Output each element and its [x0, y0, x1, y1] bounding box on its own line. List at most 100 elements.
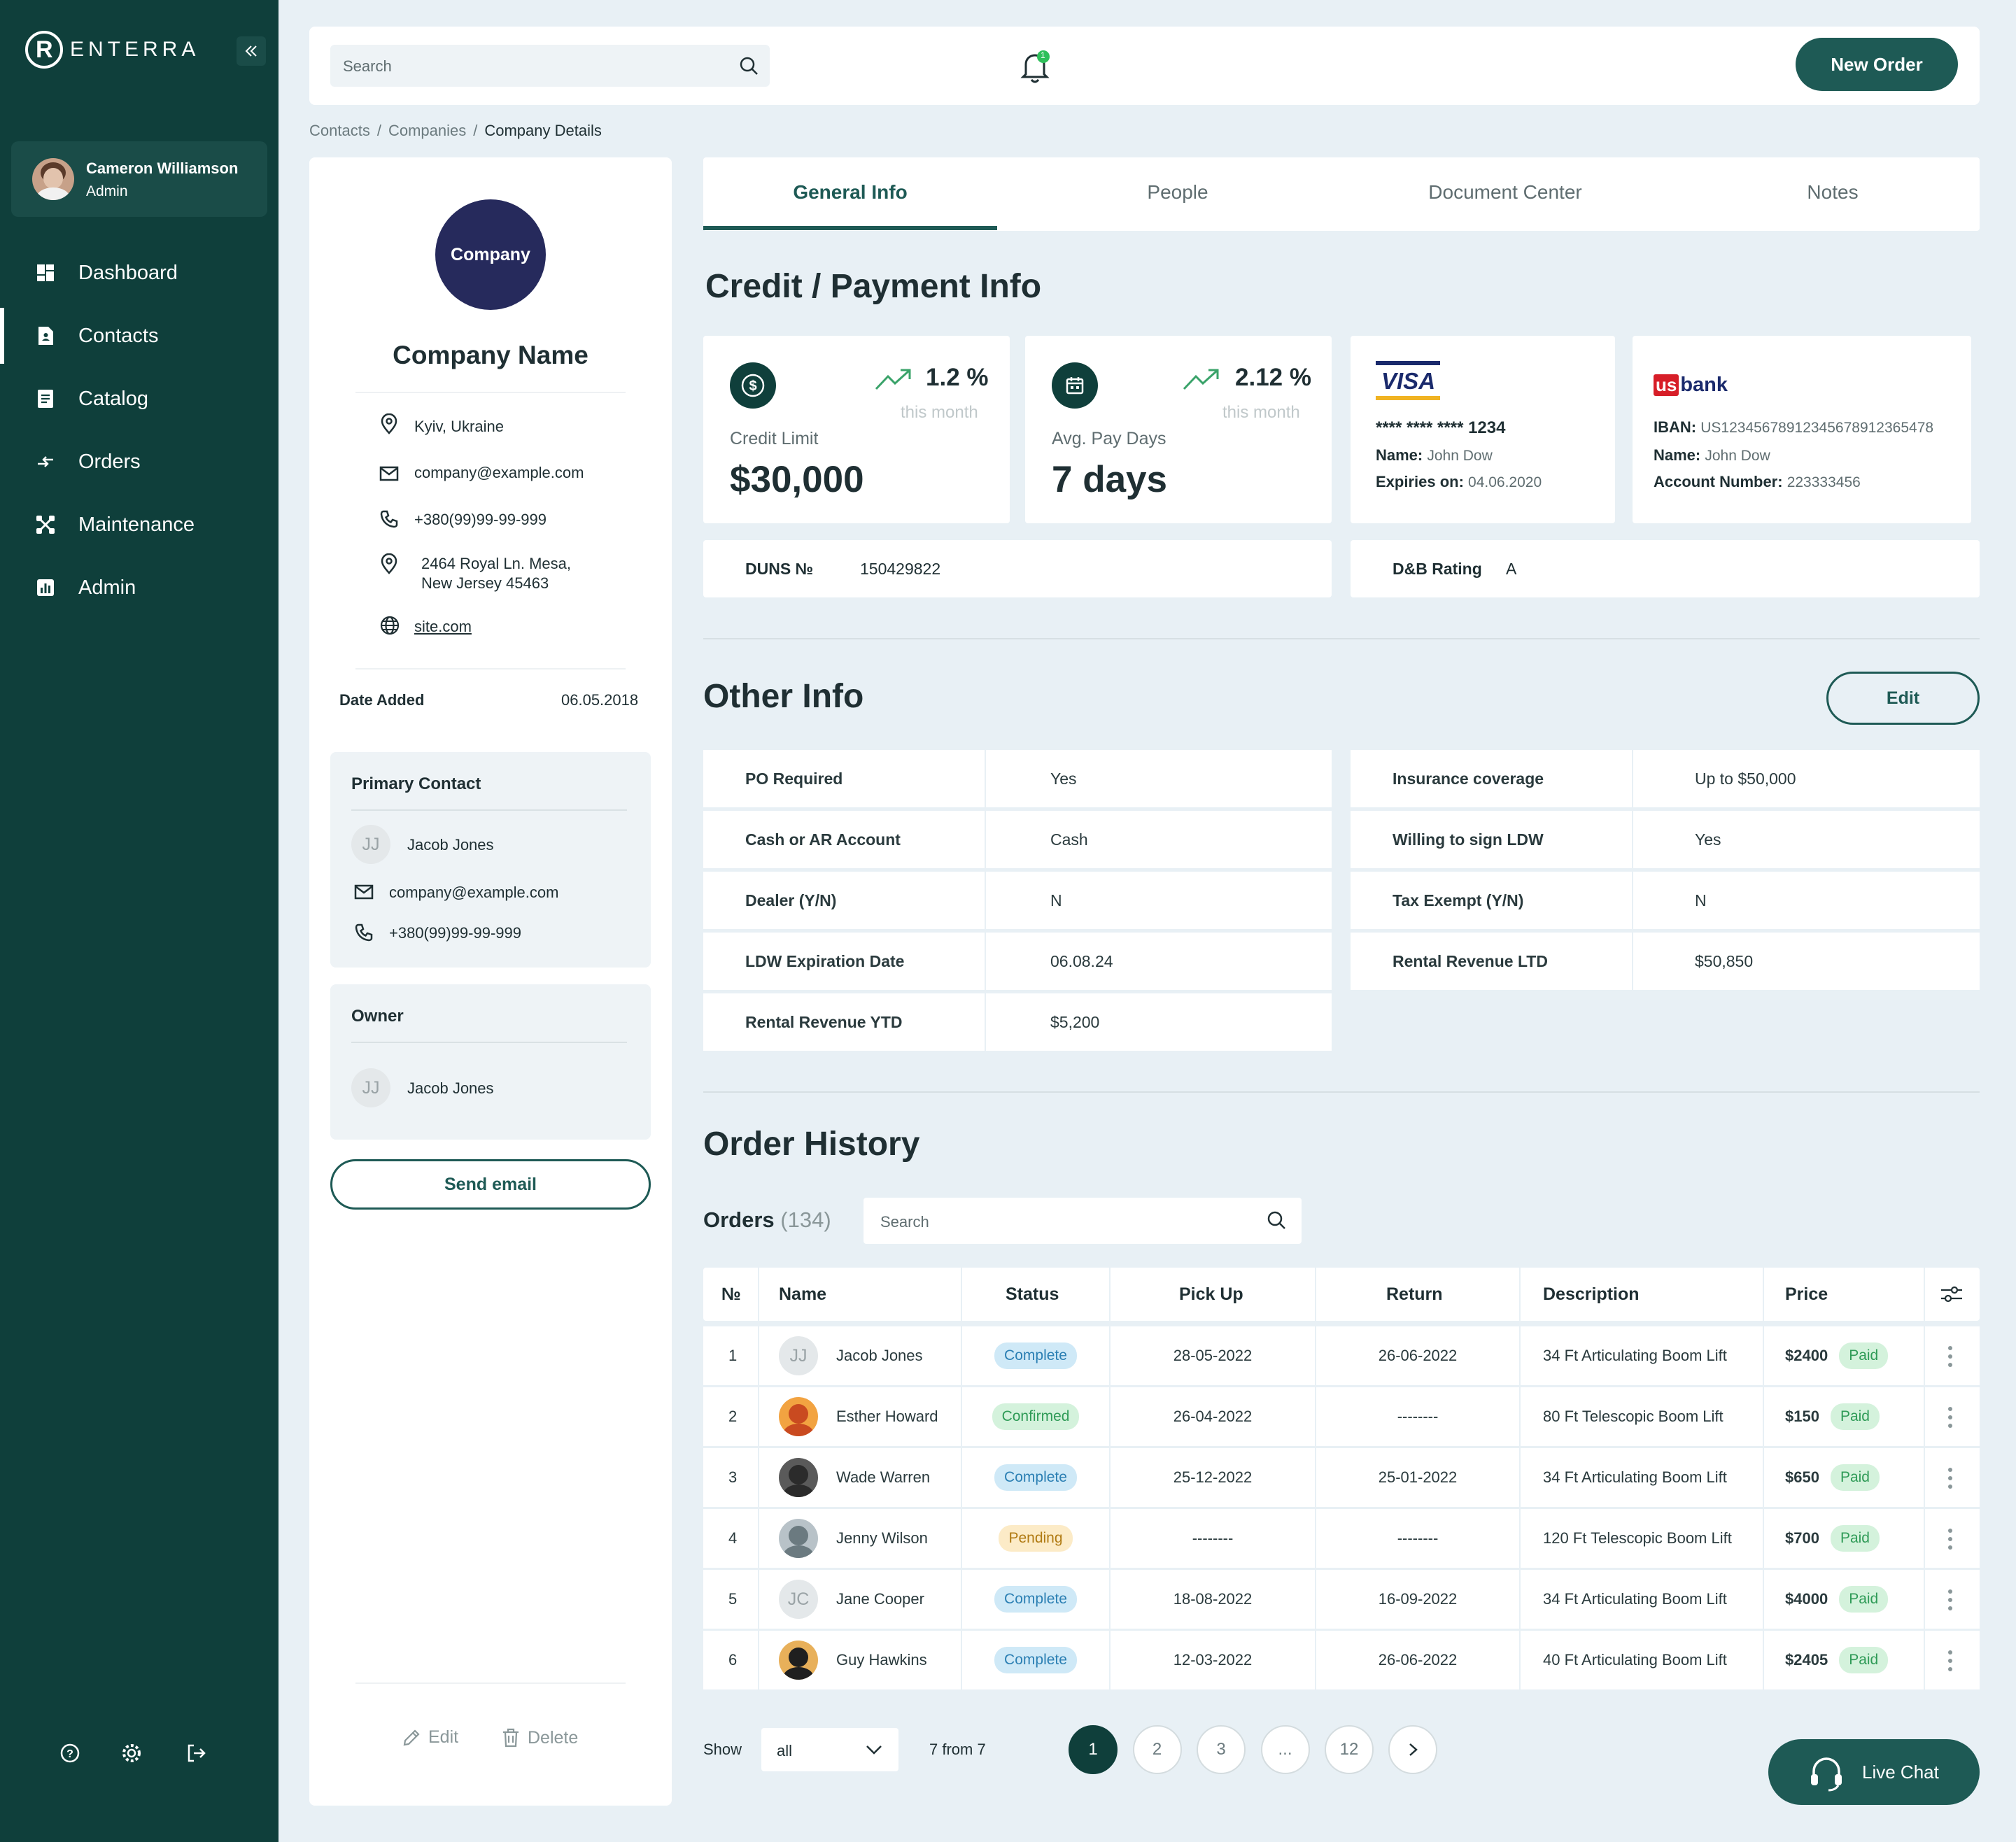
- return-date: --------: [1397, 1529, 1439, 1547]
- company-website-link[interactable]: site.com: [414, 618, 472, 636]
- new-order-button[interactable]: New Order: [1796, 38, 1958, 91]
- search-input[interactable]: Search: [330, 45, 770, 87]
- sidebar-item-orders[interactable]: Orders: [0, 434, 279, 490]
- company-location: Kyiv, Ukraine: [414, 418, 504, 435]
- table-row[interactable]: 5 JC Jane Cooper Complete 18-08-2022 16-09-20…: [703, 1570, 1980, 1629]
- sidebar-item-catalog[interactable]: Catalog: [0, 371, 279, 427]
- info-value: N: [1695, 891, 1707, 909]
- more-vertical-icon[interactable]: [1946, 1345, 1954, 1368]
- avg-pay-days-card: 2.12 % this month Avg. Pay Days 7 days: [1025, 336, 1332, 523]
- card-holder-name: John Dow: [1427, 448, 1493, 464]
- sidebar-item-dashboard[interactable]: Dashboard: [0, 245, 279, 301]
- credit-limit-trend: 1.2 %: [926, 364, 989, 391]
- sidebar-item-admin[interactable]: Admin: [0, 560, 279, 616]
- order-customer: JJ Jacob Jones: [779, 1326, 923, 1385]
- account-number: 223333456: [1786, 474, 1861, 490]
- pay-days-label: Avg. Pay Days: [1052, 429, 1166, 448]
- page-size-select[interactable]: all: [761, 1728, 898, 1771]
- logout-button[interactable]: [183, 1741, 209, 1766]
- info-value: Yes: [1050, 769, 1077, 788]
- primary-contact-email[interactable]: company@example.com: [389, 884, 558, 902]
- avatar: [779, 1397, 818, 1436]
- sidebar-item-maintenance[interactable]: Maintenance: [0, 497, 279, 553]
- return-date: 16-09-2022: [1378, 1590, 1458, 1608]
- primary-contact-phone[interactable]: +380(99)99-99-999: [389, 924, 521, 942]
- sidebar-item-contacts[interactable]: Contacts: [0, 308, 279, 364]
- brand-name: ENTERRA: [70, 38, 200, 61]
- page-button[interactable]: 3: [1197, 1725, 1246, 1774]
- brand-logo-icon: R: [25, 31, 63, 69]
- dnb-rating-value: A: [1506, 560, 1517, 578]
- sidebar-item-label: Contacts: [78, 324, 159, 347]
- info-value: 06.08.24: [1050, 951, 1113, 970]
- bell-button[interactable]: 1: [1017, 48, 1052, 87]
- filter-settings-icon[interactable]: [1939, 1283, 1964, 1305]
- edit-company-button[interactable]: Edit: [402, 1727, 458, 1748]
- return-date: 26-06-2022: [1378, 1347, 1458, 1364]
- table-row[interactable]: 3 Wade Warren Complete 25-12-2022 25-01-2022…: [703, 1448, 1980, 1507]
- collapse-sidebar-button[interactable]: [237, 36, 266, 66]
- settings-button[interactable]: [119, 1741, 144, 1766]
- live-chat-button[interactable]: Live Chat: [1768, 1739, 1980, 1805]
- info-value: Cash: [1050, 830, 1088, 849]
- pickup-date: 18-08-2022: [1173, 1590, 1253, 1608]
- search-icon: [1267, 1211, 1285, 1229]
- more-vertical-icon[interactable]: [1946, 1649, 1954, 1673]
- admin-icon: [37, 579, 54, 596]
- company-phone[interactable]: +380(99)99-99-999: [414, 511, 547, 529]
- info-key: PO Required: [745, 769, 843, 788]
- avatar: JJ: [351, 825, 390, 864]
- more-vertical-icon[interactable]: [1946, 1466, 1954, 1490]
- avatar: [779, 1641, 818, 1680]
- orders-search-input[interactable]: Search: [864, 1198, 1302, 1244]
- tab-people[interactable]: People: [1031, 157, 1325, 227]
- breadcrumb-contacts[interactable]: Contacts: [309, 122, 370, 140]
- table-row[interactable]: 2 Esther Howard Confirmed 26-04-2022 -------…: [703, 1387, 1980, 1446]
- return-date: --------: [1397, 1408, 1439, 1425]
- dnb-rating-row: D&B Rating A: [1351, 540, 1980, 597]
- page-button[interactable]: 12: [1325, 1725, 1374, 1774]
- breadcrumb-companies[interactable]: Companies: [388, 122, 466, 140]
- user-card[interactable]: Cameron Williamson Admin: [11, 141, 267, 217]
- delete-company-button[interactable]: Delete: [501, 1727, 578, 1748]
- edit-other-info-button[interactable]: Edit: [1826, 672, 1980, 725]
- table-row[interactable]: 4 Jenny Wilson Pending -------- -------- 120 …: [703, 1509, 1980, 1568]
- send-email-button[interactable]: Send email: [330, 1159, 651, 1210]
- date-added-label: Date Added: [339, 691, 425, 709]
- tab-notes[interactable]: Notes: [1686, 157, 1980, 227]
- next-page-button[interactable]: [1388, 1725, 1437, 1774]
- avatar: JJ: [351, 1068, 390, 1107]
- info-value: Yes: [1695, 830, 1721, 849]
- bell-icon: [1020, 50, 1050, 83]
- customer-name: Jenny Wilson: [836, 1529, 928, 1547]
- show-label: Show: [703, 1741, 742, 1758]
- payment-status-badge: Paid: [1839, 1586, 1889, 1613]
- card-expiry: 04.06.2020: [1468, 474, 1542, 490]
- order-description: 40 Ft Articulating Boom Lift: [1543, 1651, 1727, 1669]
- table-row[interactable]: 1 JJ Jacob Jones Complete 28-05-2022 26-06-20…: [703, 1326, 1980, 1385]
- globe-icon: [380, 616, 400, 635]
- pickup-date: 26-04-2022: [1173, 1408, 1253, 1425]
- tab-general-info[interactable]: General Info: [703, 157, 997, 227]
- gear-icon: [122, 1744, 141, 1762]
- order-history-title: Order History: [703, 1126, 920, 1163]
- page-button[interactable]: 1: [1069, 1725, 1118, 1774]
- help-button[interactable]: ?: [57, 1741, 83, 1766]
- more-vertical-icon[interactable]: [1946, 1405, 1954, 1429]
- status-badge: Complete: [994, 1647, 1077, 1673]
- duns-row: DUNS № 150429822: [703, 540, 1332, 597]
- primary-contact-title: Primary Contact: [351, 774, 481, 793]
- company-email[interactable]: company@example.com: [414, 464, 584, 482]
- tab-document-center[interactable]: Document Center: [1358, 157, 1652, 227]
- payment-status-badge: Paid: [1830, 1525, 1880, 1552]
- more-vertical-icon[interactable]: [1946, 1588, 1954, 1612]
- table-row[interactable]: 6 Guy Hawkins Complete 12-03-2022 26-06-2022…: [703, 1631, 1980, 1689]
- more-vertical-icon[interactable]: [1946, 1527, 1954, 1551]
- mail-icon: [379, 466, 399, 481]
- customer-name: Jane Cooper: [836, 1590, 924, 1608]
- trend-up-icon: [875, 369, 911, 390]
- avatar: JJ: [779, 1336, 818, 1375]
- page-button[interactable]: 2: [1132, 1725, 1182, 1774]
- tabs: General Info People Document Center Note…: [703, 157, 1980, 231]
- page-button[interactable]: ...: [1260, 1725, 1310, 1774]
